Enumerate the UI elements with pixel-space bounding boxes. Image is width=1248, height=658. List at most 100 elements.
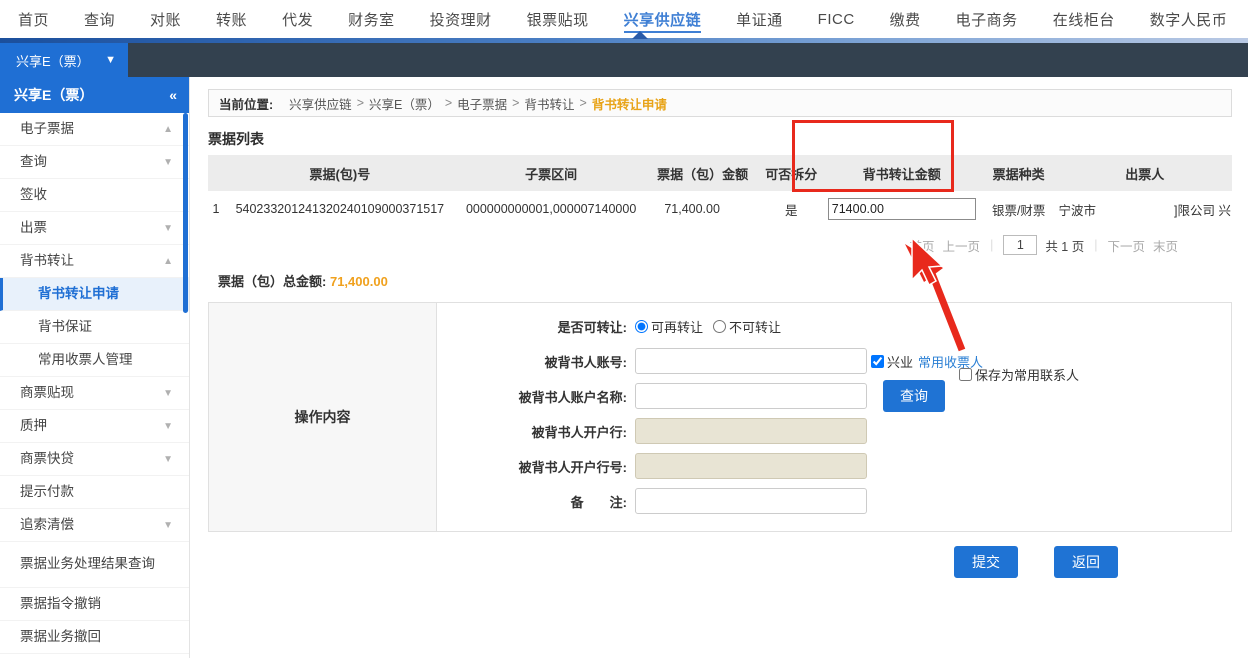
remark-input[interactable] [635,488,867,514]
transferable-radio-group[interactable]: 可再转让 不可转让 [635,317,791,336]
sidebar-item-quick-loan[interactable]: 商票快贷 ▼ [0,443,189,476]
breadcrumb-segment[interactable]: 背书转让 [524,94,574,113]
pagination-last[interactable]: 末页 [1153,236,1178,255]
radio-retransferable[interactable]: 可再转让 [635,317,703,336]
pagination-first[interactable]: 首页 [910,236,935,255]
sidebar-item-query[interactable]: 查询 ▼ [0,146,189,179]
th-index [208,155,224,191]
transfer-amount-input[interactable] [827,198,976,220]
collapse-sidebar-icon[interactable]: « [169,87,177,103]
bank-filter-checkbox[interactable] [871,354,884,368]
pagination-prev[interactable]: 上一页 [943,236,981,255]
endorsee-name-input[interactable] [635,383,867,409]
topnav-item-0[interactable]: 首页 [18,9,49,30]
table-header-row: 票据(包)号 子票区间 票据（包）金额 可否拆分 背书转让金额 票据种类 出票人 [208,155,1232,191]
sidebar-item-instruction-cancel[interactable]: 票据指令撤销 [0,588,189,621]
sidebar-item-endorsement-transfer[interactable]: 背书转让 ▲ [0,245,189,278]
sidebar-item-electronic-bill[interactable]: 电子票据 ▲ [0,113,189,146]
pagination-total: 共 1 页 [1045,239,1085,254]
breadcrumb-segment[interactable]: 兴享供应链 [289,94,352,113]
sidebar-item-label: 查询 [20,153,47,169]
submit-button[interactable]: 提交 [954,546,1018,578]
breadcrumb-segment[interactable]: 兴享E（票） [369,94,440,113]
sidebar-item-commercial-bill-discount[interactable]: 商票贴现 ▼ [0,377,189,410]
breadcrumb-separator: > [579,96,587,110]
total-amount-label: 票据（包）总金额: [218,274,327,289]
remark-label: 备 注: [570,494,627,510]
form-row-endorsee-account: 被背书人账号: 兴业 常用收票人 [437,346,1231,376]
topnav-label: 对账 [150,11,182,29]
cell-bill-no: 540233201241320240109000371517 [223,191,456,227]
sidebar-item-frequent-payee-management[interactable]: 常用收票人管理 [0,344,189,377]
radio-retransferable-input[interactable] [635,319,648,333]
sidebar-item-payment-prompt[interactable]: 提示付款 [0,476,189,509]
save-contact-checkbox[interactable] [959,368,972,381]
sidebar-item-endorsement-guarantee[interactable]: 背书保证 [0,311,189,344]
sidebar-item-receive[interactable]: 签收 [0,179,189,212]
endorsee-bank-code-input [635,453,867,479]
breadcrumb: 当前位置: 兴享供应链 > 兴享E（票） > 电子票据 > 背书转让 > 背书转… [208,89,1232,117]
topnav-item-4[interactable]: 代发 [282,9,313,30]
pagination-divider: | [1094,238,1098,252]
topnav-item-12[interactable]: 电子商务 [956,9,1018,30]
sidebar-item-business-result-query[interactable]: 票据业务处理结果查询 [0,542,189,588]
endorsee-bank-input [635,418,867,444]
sidebar-item-endorsement-transfer-apply[interactable]: 背书转让申请 [0,278,189,311]
topnav-item-9[interactable]: 单证通 [736,9,783,30]
sidebar-item-pledge[interactable]: 质押 ▼ [0,410,189,443]
sidebar-item-label: 提示付款 [20,483,74,499]
pagination-next[interactable]: 下一页 [1107,236,1145,255]
left-sidebar: 兴享E（票） « 电子票据 ▲ 查询 ▼ 签收 出票 ▼ 背书转让 ▲ 背书转让申请 背… [0,77,190,658]
table-row[interactable]: 1 540233201241320240109000371517 0000000… [208,191,1232,227]
endorsee-bank-code-label: 被背书人开户行号: [518,459,627,475]
topnav-label: 代发 [282,11,314,29]
sidebar-item-label: 出票 [20,219,47,235]
radio-not-transferable-input[interactable] [713,319,727,333]
pagination-page-input[interactable]: 1 [1003,235,1038,255]
topnav-item-supply-chain[interactable]: 兴享供应链 [623,9,702,33]
sidebar-item-business-withdraw[interactable]: 票据业务撤回 [0,621,189,654]
breadcrumb-current: 背书转让申请 [591,97,667,112]
sidebar-item-recourse-settlement[interactable]: 追索清偿 ▼ [0,509,189,542]
operation-form: 是否可转让: 可再转让 不可转让 被背书人账号: 兴业 常用收票人 被背书人账户… [437,303,1231,531]
bill-table-wrapper: 票据(包)号 子票区间 票据（包）金额 可否拆分 背书转让金额 票据种类 出票人… [208,155,1232,227]
topnav-item-11[interactable]: 缴费 [890,9,921,30]
sidebar-item-label: 质押 [20,417,47,433]
sidebar-item-issue[interactable]: 出票 ▼ [0,212,189,245]
topnav-item-14[interactable]: 数字人民币 [1150,9,1228,30]
sidebar-item-label: 背书转让 [20,252,74,268]
breadcrumb-separator: > [512,96,520,110]
page-title: 票据列表 [208,131,264,147]
subbar-tab-xingxiang-e[interactable]: 兴享E（票） ▼ [0,43,128,77]
top-navigation-bar: 首页 查询 对账 转账 代发 财务室 投资理财 银票贴现 兴享供应链 单证通 F… [0,0,1248,38]
sidebar-scrollbar[interactable] [183,113,188,313]
cell-bill-type: 银票/财票 [979,191,1058,227]
topnav-label: FICC [817,10,855,28]
sidebar-item-label: 商票贴现 [20,384,74,400]
breadcrumb-separator: > [444,96,453,110]
topnav-item-13[interactable]: 在线柜台 [1053,9,1115,30]
main-content: 当前位置: 兴享供应链 > 兴享E（票） > 电子票据 > 背书转让 > 背书转… [190,77,1248,658]
breadcrumb-segment[interactable]: 电子票据 [457,94,507,113]
pagination-divider: | [990,238,994,252]
topnav-item-3[interactable]: 转账 [216,9,247,30]
topnav-label: 首页 [18,11,50,29]
topnav-label: 银票贴现 [526,11,589,29]
topnav-item-2[interactable]: 对账 [150,9,181,30]
drawer-prefix: 宁波市 [1058,203,1097,218]
topnav-label: 兴享供应链 [623,11,702,29]
topnav-item-7[interactable]: 银票贴现 [527,9,589,30]
topnav-item-6[interactable]: 投资理财 [430,9,492,30]
endorsee-account-input[interactable] [635,348,867,374]
back-button[interactable]: 返回 [1054,546,1118,578]
topnav-item-10[interactable]: FICC [818,11,855,28]
radio-not-transferable[interactable]: 不可转让 [713,317,781,336]
query-button[interactable]: 查询 [883,380,945,412]
topnav-item-1[interactable]: 查询 [84,9,115,30]
sidebar-item-label: 背书转让申请 [38,285,119,301]
topnav-label: 查询 [84,11,116,29]
topnav-label: 数字人民币 [1149,11,1228,29]
chevron-down-icon: ▼ [105,54,116,66]
topnav-item-5[interactable]: 财务室 [348,9,395,30]
save-contact-checkbox-group[interactable]: 保存为常用联系人 [959,365,1079,384]
